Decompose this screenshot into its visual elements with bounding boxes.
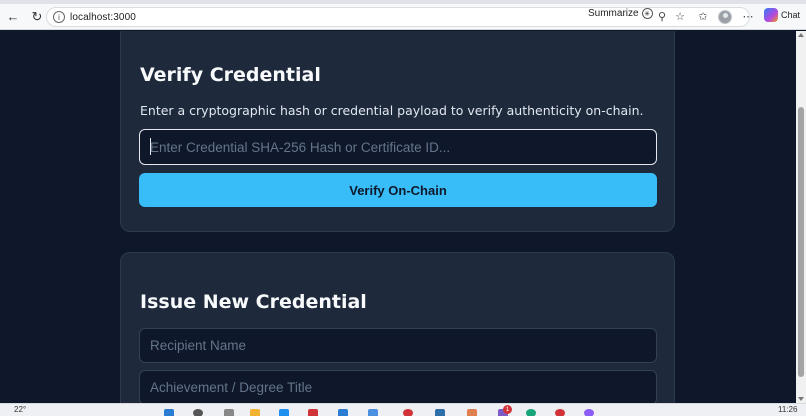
app-circle-red-icon[interactable] bbox=[403, 409, 413, 416]
refresh-icon[interactable]: ↻ bbox=[26, 6, 48, 28]
recipient-name-input[interactable] bbox=[139, 328, 657, 363]
copilot-icon bbox=[764, 8, 778, 22]
task-view-icon[interactable] bbox=[224, 409, 234, 416]
app-red2-icon[interactable] bbox=[555, 409, 565, 416]
app-blue-icon[interactable] bbox=[338, 409, 348, 416]
page-scrollbar[interactable] bbox=[796, 31, 806, 403]
profile-icon[interactable] bbox=[718, 10, 732, 24]
verify-description: Enter a cryptographic hash or credential… bbox=[140, 103, 644, 118]
app-dark-blue-icon[interactable] bbox=[435, 409, 445, 416]
credential-hash-input[interactable] bbox=[139, 129, 657, 165]
search-icon[interactable] bbox=[193, 409, 203, 416]
summarize-icon: ✳ bbox=[641, 8, 653, 19]
zoom-icon[interactable]: ⚲ bbox=[655, 9, 669, 23]
weather-temperature[interactable]: 22° bbox=[14, 405, 26, 414]
copilot-chat-button[interactable]: Chat bbox=[764, 8, 800, 22]
more-icon[interactable]: ⋯ bbox=[741, 9, 755, 23]
app-red-icon[interactable] bbox=[308, 409, 318, 416]
favorite-star-icon[interactable]: ☆ bbox=[673, 9, 687, 23]
chat-label: Chat bbox=[781, 10, 801, 20]
scroll-down-icon[interactable] bbox=[798, 397, 804, 401]
text-caret bbox=[150, 138, 151, 155]
system-clock[interactable]: 11:26 bbox=[778, 405, 797, 414]
favorites-icon[interactable]: ✩ bbox=[696, 9, 710, 23]
issue-title: Issue New Credential bbox=[140, 291, 367, 313]
verify-title: Verify Credential bbox=[140, 64, 321, 86]
app-cloud-icon[interactable] bbox=[368, 409, 378, 416]
page-viewport: Verify Credential Enter a cryptographic … bbox=[0, 31, 806, 403]
verify-on-chain-button[interactable]: Verify On-Chain bbox=[139, 173, 657, 207]
degree-title-input[interactable] bbox=[139, 370, 657, 403]
os-taskbar: 22° 1 11:26 bbox=[0, 403, 806, 416]
start-icon[interactable] bbox=[164, 409, 174, 416]
summarize-label: Summarize bbox=[588, 8, 639, 19]
app-orange-icon[interactable] bbox=[467, 409, 477, 416]
notification-badge: 1 bbox=[503, 405, 512, 414]
scroll-up-icon[interactable] bbox=[798, 33, 804, 37]
file-explorer-icon[interactable] bbox=[250, 409, 260, 416]
app-teal-icon[interactable] bbox=[526, 409, 536, 416]
issue-credential-card: Issue New Credential bbox=[120, 252, 675, 403]
summarize-button[interactable]: Summarize ✳ bbox=[588, 8, 653, 19]
app-violet-icon[interactable] bbox=[584, 409, 594, 416]
scrollbar-thumb[interactable] bbox=[798, 107, 804, 377]
url-text: localhost:3000 bbox=[70, 11, 136, 23]
browser-toolbar: ← ↻ i localhost:3000 Summarize ✳ ⚲ ☆ ✩ ⋯… bbox=[0, 4, 806, 30]
info-icon[interactable]: i bbox=[53, 11, 65, 23]
edge-icon[interactable] bbox=[279, 409, 289, 416]
verify-credential-card: Verify Credential Enter a cryptographic … bbox=[120, 31, 675, 232]
back-arrow-icon[interactable]: ← bbox=[2, 6, 24, 28]
